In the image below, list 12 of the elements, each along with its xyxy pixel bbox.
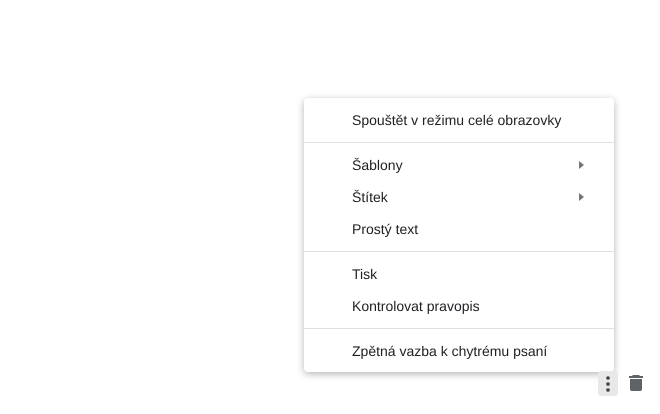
menu-item[interactable]: Tisk <box>304 258 614 290</box>
submenu-arrow-icon <box>579 161 584 169</box>
submenu-arrow-icon <box>579 193 584 201</box>
menu-item[interactable]: Štítek <box>304 181 614 213</box>
menu-item[interactable]: Zpětná vazba k chytrému psaní <box>304 335 614 367</box>
menu-item[interactable]: Kontrolovat pravopis <box>304 290 614 322</box>
menu-item[interactable]: Prostý text <box>304 213 614 245</box>
menu-item[interactable]: Šablony <box>304 149 614 181</box>
more-options-button[interactable] <box>598 371 618 396</box>
trash-icon[interactable] <box>629 375 643 391</box>
menu-item[interactable]: Spouštět v režimu celé obrazovky <box>304 104 614 136</box>
vertical-dots-icon <box>606 376 610 392</box>
